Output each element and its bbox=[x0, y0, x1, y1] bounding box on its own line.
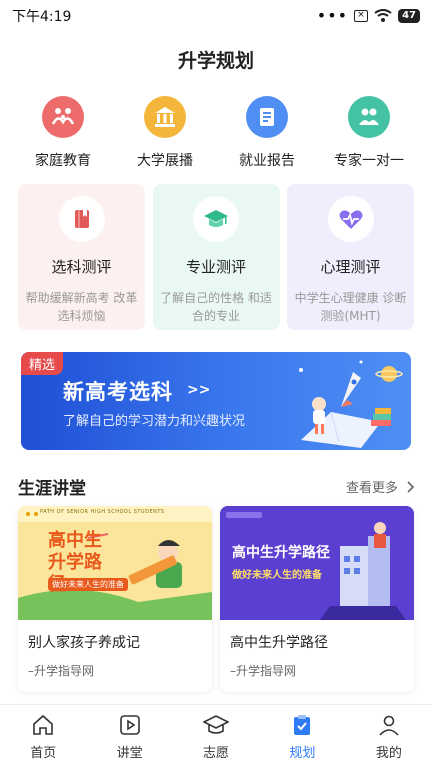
quick-link-university-showcase[interactable]: 大学展播 bbox=[117, 96, 213, 170]
quick-links: 家庭教育 大学展播 就业报告 专家一对一 bbox=[0, 96, 432, 170]
course-title: 别人家孩子养成记 bbox=[28, 635, 140, 651]
wifi-icon bbox=[374, 9, 392, 22]
banner-arrow: >> bbox=[187, 382, 211, 398]
quick-link-employment-report[interactable]: 就业报告 bbox=[219, 96, 315, 170]
featured-badge: 精选 bbox=[21, 352, 64, 375]
bottom-tab-bar: 首页 讲堂 志愿 规划 我的 bbox=[0, 704, 432, 768]
quick-link-family-education[interactable]: 家庭教育 bbox=[15, 96, 111, 170]
chevron-right-icon bbox=[407, 480, 414, 493]
section-title: 生涯讲堂 bbox=[18, 479, 86, 499]
course-title: 高中生升学路径 bbox=[230, 635, 328, 651]
tab-volunteer[interactable]: 志愿 bbox=[173, 705, 259, 768]
view-more-label: 查看更多 bbox=[345, 481, 398, 496]
course-thumbnail: PATH OF SENIOR HIGH SCHOOL STUDENTS 高中生升… bbox=[18, 506, 212, 620]
quick-link-label: 专家一对一 bbox=[334, 153, 404, 169]
course-card[interactable]: PATH OF SENIOR HIGH SCHOOL STUDENTS 高中生升… bbox=[18, 506, 212, 692]
course-list: PATH OF SENIOR HIGH SCHOOL STUDENTS 高中生升… bbox=[18, 506, 414, 692]
graduation-cap-icon bbox=[203, 712, 230, 738]
thumb-banner-text: PATH OF SENIOR HIGH SCHOOL STUDENTS bbox=[40, 509, 165, 515]
course-thumbnail-art bbox=[220, 506, 414, 620]
view-more-link[interactable]: 查看更多 bbox=[346, 477, 414, 496]
psychology-evaluation-card[interactable]: 心理测评 中学生心理健康 诊断测验(MHT) bbox=[287, 184, 414, 330]
eval-desc: 帮助缓解新高考 改革选科烦恼 bbox=[25, 291, 138, 323]
new-gaokao-subject-banner[interactable]: 精选 新高考选科 >> 了解自己的学习潜力和兴趣状况 bbox=[21, 352, 411, 450]
status-bar: 下午4:19 ••• × 47 bbox=[0, 0, 432, 32]
page-title: 升学规划 bbox=[177, 50, 254, 72]
tab-home[interactable]: 首页 bbox=[0, 705, 86, 768]
banner-title: 新高考选科 bbox=[63, 380, 173, 404]
eval-title: 专业测评 bbox=[185, 258, 246, 276]
banner-subtitle: 了解自己的学习潜力和兴趣状况 bbox=[63, 414, 246, 429]
quick-link-expert-one-on-one[interactable]: 专家一对一 bbox=[321, 96, 417, 170]
book-icon bbox=[58, 196, 105, 242]
tab-mine[interactable]: 我的 bbox=[346, 705, 432, 768]
sim-icon: × bbox=[354, 10, 369, 22]
evaluation-cards: 选科测评 帮助缓解新高考 改革选科烦恼 专业测评 了解自己的性格 和适合的专业 … bbox=[18, 184, 414, 330]
heartbeat-icon bbox=[327, 196, 374, 242]
quick-link-label: 大学展播 bbox=[137, 153, 193, 169]
university-icon bbox=[144, 96, 186, 138]
tab-label: 讲堂 bbox=[116, 746, 143, 761]
thumb-sub: 做好未来人生的准备 bbox=[48, 578, 128, 591]
status-icons: ••• × 47 bbox=[317, 8, 420, 24]
more-dots-icon: ••• bbox=[316, 6, 349, 25]
tab-planning[interactable]: 规划 bbox=[259, 705, 345, 768]
quick-link-label: 家庭教育 bbox=[35, 153, 91, 169]
family-icon bbox=[42, 96, 84, 138]
major-evaluation-card[interactable]: 专业测评 了解自己的性格 和适合的专业 bbox=[152, 184, 280, 330]
report-icon bbox=[246, 96, 288, 138]
battery-icon: 47 bbox=[398, 9, 420, 23]
graduation-cap-icon bbox=[193, 196, 239, 242]
home-icon bbox=[30, 712, 56, 738]
course-card[interactable]: 高中生升学路径 做好未来人生的准备 高中生升学路径 –升学指导网 bbox=[220, 506, 414, 692]
course-thumbnail: 高中生升学路径 做好未来人生的准备 bbox=[220, 506, 414, 620]
thumb-sub: 做好未来人生的准备 bbox=[232, 570, 322, 581]
eval-desc: 中学生心理健康 诊断测验(MHT) bbox=[294, 291, 407, 323]
tab-label: 首页 bbox=[30, 746, 57, 761]
tab-label: 规划 bbox=[289, 746, 316, 761]
subject-selection-evaluation-card[interactable]: 选科测评 帮助缓解新高考 改革选科烦恼 bbox=[18, 184, 145, 330]
eval-title: 选科测评 bbox=[51, 258, 112, 276]
rocket-illustration bbox=[299, 360, 403, 448]
status-time: 下午4:19 bbox=[12, 9, 72, 25]
user-icon bbox=[376, 712, 402, 738]
expert-icon bbox=[348, 96, 390, 138]
eval-desc: 了解自己的性格 和适合的专业 bbox=[160, 291, 272, 323]
course-source: –升学指导网 bbox=[230, 664, 297, 678]
career-lecture-section-header: 生涯讲堂 查看更多 bbox=[18, 474, 414, 499]
tab-lecture[interactable]: 讲堂 bbox=[86, 705, 172, 768]
tab-label: 我的 bbox=[375, 746, 402, 761]
video-play-icon bbox=[117, 712, 143, 738]
course-source: –升学指导网 bbox=[28, 664, 95, 678]
thumb-heading: 高中生升学路径 bbox=[232, 545, 330, 561]
eval-title: 心理测评 bbox=[320, 258, 381, 276]
clipboard-check-icon bbox=[289, 712, 315, 738]
tab-label: 志愿 bbox=[203, 746, 230, 761]
quick-link-label: 就业报告 bbox=[239, 153, 295, 169]
